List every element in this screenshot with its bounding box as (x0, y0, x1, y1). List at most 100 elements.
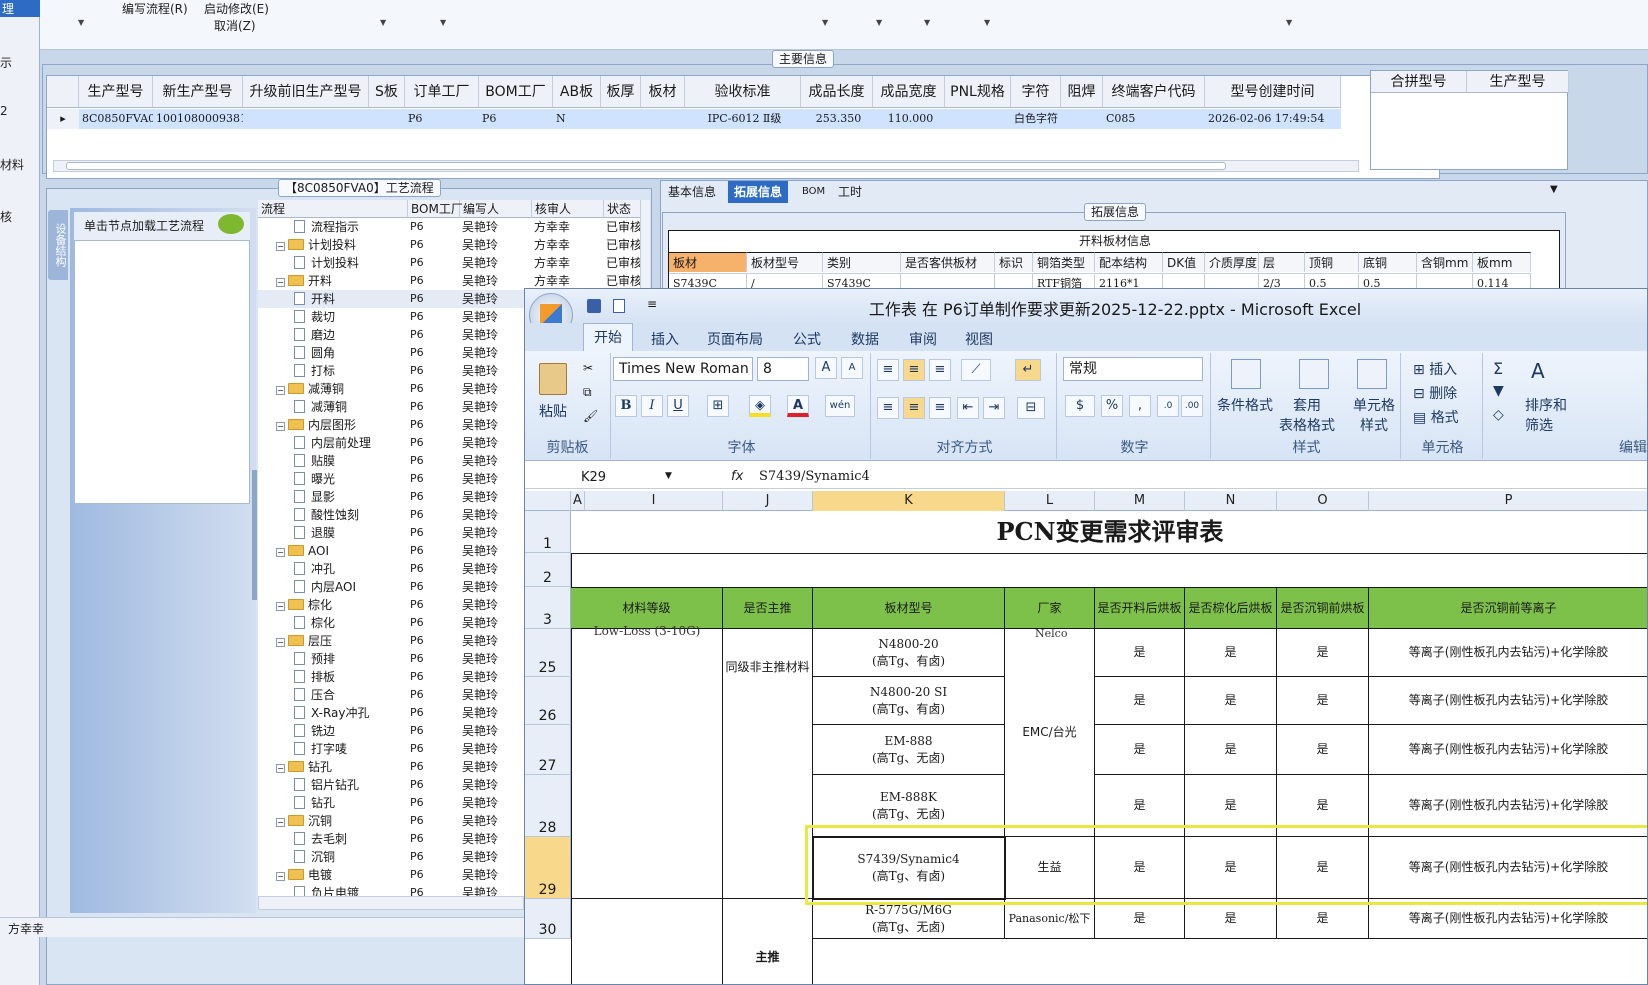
tree-node[interactable]: 铣边 (294, 722, 335, 740)
maker-cell[interactable]: 生益 (1005, 837, 1095, 899)
tree-node[interactable]: 内层AOI (294, 578, 356, 596)
column-header[interactable]: A (571, 491, 585, 511)
tree-node[interactable]: 计划投料 (294, 254, 359, 272)
align-center-icon[interactable]: ≡ (903, 397, 925, 419)
tree-node[interactable]: 冲孔 (294, 560, 335, 578)
insert-function-icon[interactable]: fx (731, 469, 743, 484)
tree-node[interactable]: 磨边 (294, 326, 335, 344)
quick-access-dropdown-icon[interactable]: ≡ (647, 297, 657, 311)
paste-icon[interactable] (539, 363, 567, 395)
grid-cell[interactable]: IPC-6012 Ⅱ级 (685, 109, 801, 129)
tree-node[interactable]: 预排 (294, 650, 335, 668)
cell-style-icon[interactable] (1357, 359, 1387, 389)
shrink-font-icon[interactable]: A (841, 357, 863, 379)
row-selector-icon[interactable]: ▸ (47, 109, 79, 129)
tree-node[interactable]: 排板 (294, 668, 335, 686)
tab-basic-info[interactable]: 基本信息 (662, 181, 722, 203)
tree-row[interactable]: − 计划投料 P6 吴艳玲 方幸幸 已审核 (258, 236, 648, 254)
device-structure-tab[interactable]: 设备结构 (48, 210, 68, 280)
collapse-icon[interactable]: − (276, 242, 285, 251)
grid-col-header[interactable]: 新生产型号 (153, 76, 243, 108)
plasma-cell[interactable]: 等离子(刚性板孔内去钻污)+化学除胶 (1369, 775, 1647, 837)
select-all-corner[interactable] (525, 491, 571, 511)
tree-node[interactable]: − 减薄铜 (276, 380, 344, 398)
grid-cell[interactable]: N (553, 109, 601, 129)
name-box[interactable]: K29 (527, 468, 673, 488)
row-header[interactable]: 26 (525, 677, 571, 725)
phonetic-icon[interactable]: wén (825, 395, 855, 417)
font-color-icon[interactable]: A (787, 395, 809, 417)
table-format-button[interactable]: 套用 表格格式 (1279, 395, 1335, 435)
tree-node[interactable]: − 计划投料 (276, 236, 356, 254)
grid-cell[interactable]: 10010800093815 (153, 109, 243, 129)
yes-cell[interactable]: 是 (1277, 775, 1369, 837)
grid-col-header[interactable]: 型号创建时间 (1205, 76, 1341, 108)
name-box-dropdown-icon[interactable]: ▼ (665, 471, 672, 481)
align-middle-icon[interactable]: ≡ (903, 359, 925, 381)
format-cells-button[interactable]: ▤ 格式 (1413, 407, 1459, 427)
dropdown-arrow-icon[interactable]: ▼ (924, 18, 930, 27)
grid-cell[interactable]: 8C0850FVA0 (79, 109, 153, 129)
collapse-icon[interactable]: − (276, 422, 285, 431)
grid-col-header[interactable]: PNL规格 (945, 76, 1011, 108)
maker-cell[interactable]: EMC/台光 (1005, 629, 1095, 837)
board-model-cell[interactable]: EM-888K (高Tg、无卤) (813, 775, 1005, 837)
sort-filter-icon[interactable]: A (1531, 359, 1559, 387)
grid-col-header[interactable]: S板 (369, 76, 405, 108)
tree-node[interactable]: 退膜 (294, 524, 335, 542)
grid-cell[interactable]: P6 (479, 109, 553, 129)
bold-icon[interactable]: B (615, 395, 637, 417)
tree-node[interactable]: − 电镀 (276, 866, 332, 884)
align-bottom-icon[interactable]: ≡ (929, 359, 951, 381)
row-header[interactable]: 2 (525, 553, 571, 587)
grid-cell[interactable]: 2026-02-06 17:49:54 (1205, 109, 1341, 129)
yes-cell[interactable]: 是 (1277, 629, 1369, 677)
board-model-cell[interactable]: S7439/Synamic4 (高Tg、有卤) (813, 837, 1005, 899)
cell-style-button[interactable]: 单元格 样式 (1353, 395, 1395, 435)
currency-icon[interactable]: $ (1065, 395, 1095, 417)
tree-node[interactable]: 圆角 (294, 344, 335, 362)
yes-cell[interactable]: 是 (1095, 775, 1185, 837)
align-top-icon[interactable]: ≡ (877, 359, 899, 381)
font-size-box[interactable]: 8 (757, 357, 809, 381)
cancel-button[interactable]: 取消(Z) (214, 17, 256, 34)
number-format-box[interactable]: 常规 (1063, 357, 1203, 381)
yes-cell[interactable]: 是 (1185, 775, 1277, 837)
grid-cell[interactable]: 白色字符 (1011, 109, 1061, 129)
board-model-cell[interactable]: R-5775G/M6G (高Tg、无卤) (813, 899, 1005, 939)
tree-node[interactable]: 流程指示 (294, 218, 359, 236)
sheet-header-cell[interactable]: 是否主推 (723, 587, 813, 629)
push-status-cell[interactable]: 同级非主推材料 (723, 629, 813, 899)
tree-node[interactable]: 显影 (294, 488, 335, 506)
tab-bom[interactable]: BOM (796, 181, 831, 203)
yes-cell[interactable]: 是 (1095, 677, 1185, 725)
fill-icon[interactable]: ▼ (1493, 383, 1504, 399)
tree-node[interactable]: 减薄铜 (294, 398, 347, 416)
plasma-cell[interactable]: 等离子(刚性板孔内去钻污)+化学除胶 (1369, 725, 1647, 775)
formula-input[interactable]: S7439/Synamic4 (759, 469, 870, 484)
collapse-icon[interactable]: − (276, 764, 285, 773)
tab-home[interactable]: 开始 (583, 323, 633, 351)
dropdown-arrow-icon[interactable]: ▼ (380, 18, 386, 27)
grid-cell[interactable] (601, 109, 641, 129)
tree-node[interactable]: 棕化 (294, 614, 335, 632)
yes-cell[interactable]: 是 (1185, 629, 1277, 677)
panel-dropdown-icon[interactable]: ▼ (1550, 184, 1558, 195)
material-level-cell[interactable]: Low-Loss (3-10G) (571, 624, 723, 899)
grow-font-icon[interactable]: A (815, 357, 837, 379)
italic-icon[interactable]: I (641, 395, 663, 417)
grid-col-header[interactable]: 字符 (1011, 76, 1061, 108)
chat-bubble-icon[interactable] (218, 214, 244, 234)
nav-item[interactable]: 材料 (0, 156, 24, 173)
grid-cell[interactable] (641, 109, 685, 129)
maker-cell[interactable]: Panasonic/松下 (1005, 899, 1095, 939)
collapse-icon[interactable]: − (276, 872, 285, 881)
nav-item[interactable]: 示 (0, 54, 12, 71)
tree-node[interactable]: 打字唛 (294, 740, 347, 758)
insert-cells-button[interactable]: ⊞ 插入 (1413, 359, 1457, 379)
row-header[interactable]: 28 (525, 775, 571, 837)
tab-view[interactable]: 视图 (965, 329, 993, 349)
autosum-icon[interactable]: Σ (1493, 359, 1503, 378)
column-header[interactable]: J (723, 491, 813, 511)
grid-cell[interactable] (945, 109, 1011, 129)
